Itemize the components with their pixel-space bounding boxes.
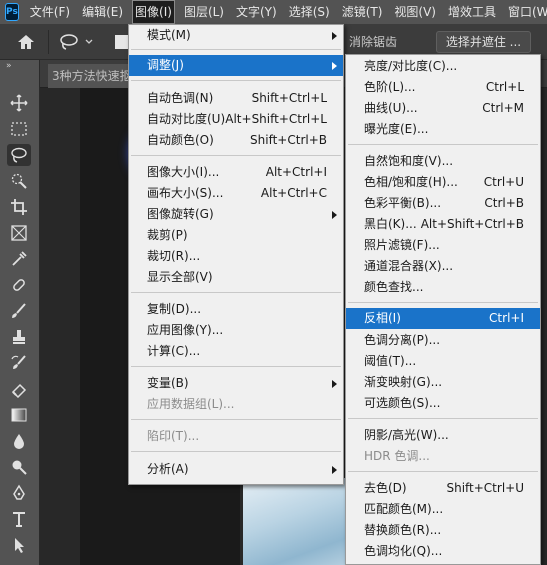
crop-tool-icon[interactable] xyxy=(7,196,31,218)
menu-item-selective-color[interactable]: 可选颜色(S)... xyxy=(346,393,540,414)
gradient-tool-icon[interactable] xyxy=(7,404,31,426)
dodge-tool-icon[interactable] xyxy=(7,456,31,478)
menu-filter[interactable]: 滤镜(T) xyxy=(339,0,386,24)
menu-item-duplicate[interactable]: 复制(D)... xyxy=(129,299,343,320)
menu-separator xyxy=(348,471,538,472)
select-and-mask-button[interactable]: 选择并遮住 ... xyxy=(436,31,531,53)
blur-tool-icon[interactable] xyxy=(7,430,31,452)
menu-item-shadows-highlights[interactable]: 阴影/高光(W)... xyxy=(346,425,540,446)
healing-brush-tool-icon[interactable] xyxy=(7,274,31,296)
menu-item-invert[interactable]: 反相(I) Ctrl+I xyxy=(346,308,540,329)
menu-select[interactable]: 选择(S) xyxy=(286,0,333,24)
menu-separator xyxy=(131,155,341,156)
submenu-arrow-icon xyxy=(332,466,337,474)
menu-item-analysis[interactable]: 分析(A) xyxy=(129,459,343,480)
menu-separator xyxy=(131,80,341,81)
menu-item-channel-mixer[interactable]: 通道混合器(X)... xyxy=(346,256,540,277)
frame-tool-icon[interactable] xyxy=(7,222,31,244)
menu-item-threshold[interactable]: 阈值(T)... xyxy=(346,351,540,372)
menu-item-desaturate[interactable]: 去色(D) Shift+Ctrl+U xyxy=(346,478,540,499)
menu-item-black-white[interactable]: 黑白(K)... Alt+Shift+Ctrl+B xyxy=(346,214,540,235)
menu-bar: Ps 文件(F) 编辑(E) 图像(I) 图层(L) 文字(Y) 选择(S) 滤… xyxy=(0,0,547,24)
type-tool-icon[interactable] xyxy=(7,508,31,530)
menu-separator xyxy=(348,144,538,145)
menu-view[interactable]: 视图(V) xyxy=(391,0,439,24)
menu-item-posterize[interactable]: 色调分离(P)... xyxy=(346,330,540,351)
menu-item-auto-tone[interactable]: 自动色调(N) Shift+Ctrl+L xyxy=(129,88,343,109)
clone-stamp-tool-icon[interactable] xyxy=(7,326,31,348)
menu-item-hue-saturation[interactable]: 色相/饱和度(H)... Ctrl+U xyxy=(346,172,540,193)
menu-item-equalize[interactable]: 色调均化(Q)... xyxy=(346,541,540,562)
submenu-arrow-icon xyxy=(332,380,337,388)
menu-item-photo-filter[interactable]: 照片滤镜(F)... xyxy=(346,235,540,256)
menu-item-crop[interactable]: 裁剪(P) xyxy=(129,225,343,246)
marquee-tool-icon[interactable] xyxy=(7,118,31,140)
submenu-arrow-icon xyxy=(332,32,337,40)
lasso-tool-icon[interactable] xyxy=(7,144,31,166)
menu-item-apply-image[interactable]: 应用图像(Y)... xyxy=(129,320,343,341)
menu-item-variables[interactable]: 变量(B) xyxy=(129,373,343,394)
menu-type[interactable]: 文字(Y) xyxy=(233,0,280,24)
menu-item-calculations[interactable]: 计算(C)... xyxy=(129,341,343,362)
move-tool-icon[interactable] xyxy=(7,92,31,114)
options-separator xyxy=(48,30,49,54)
pen-tool-icon[interactable] xyxy=(7,482,31,504)
lasso-preset-picker[interactable] xyxy=(58,33,98,51)
menu-item-gradient-map[interactable]: 渐变映射(G)... xyxy=(346,372,540,393)
eraser-tool-icon[interactable] xyxy=(7,378,31,400)
menu-item-image-rotation[interactable]: 图像旋转(G) xyxy=(129,204,343,225)
path-selection-tool-icon[interactable] xyxy=(7,534,31,556)
brush-tool-icon[interactable] xyxy=(7,300,31,322)
menu-item-vibrance[interactable]: 自然饱和度(V)... xyxy=(346,151,540,172)
menu-file[interactable]: 文件(F) xyxy=(27,0,73,24)
menu-item-color-lookup[interactable]: 颜色查找... xyxy=(346,277,540,298)
menu-edit[interactable]: 编辑(E) xyxy=(79,0,126,24)
menu-separator xyxy=(131,49,341,50)
menu-separator xyxy=(348,302,538,303)
submenu-arrow-icon xyxy=(332,211,337,219)
menu-item-color-balance[interactable]: 色彩平衡(B)... Ctrl+B xyxy=(346,193,540,214)
menu-item-reveal-all[interactable]: 显示全部(V) xyxy=(129,267,343,288)
collapse-toolbar-icon[interactable]: » xyxy=(6,61,12,71)
menu-item-match-color[interactable]: 匹配颜色(M)... xyxy=(346,499,540,520)
home-icon[interactable] xyxy=(16,33,36,51)
selection-mode-new-icon[interactable] xyxy=(115,35,129,49)
menu-item-auto-color[interactable]: 自动颜色(O) Shift+Ctrl+B xyxy=(129,130,343,151)
menu-item-replace-color[interactable]: 替换颜色(R)... xyxy=(346,520,540,541)
adjustments-submenu: 亮度/对比度(C)... 色阶(L)... Ctrl+L 曲线(U)... Ctrl… xyxy=(345,54,541,565)
menu-item-adjustments[interactable]: 调整(J) xyxy=(129,55,343,76)
menu-plugins[interactable]: 增效工具 xyxy=(445,0,499,24)
menu-layer[interactable]: 图层(L) xyxy=(181,0,227,24)
menu-item-auto-contrast[interactable]: 自动对比度(U) Alt+Shift+Ctrl+L xyxy=(129,109,343,130)
menu-separator xyxy=(348,418,538,419)
history-brush-tool-icon[interactable] xyxy=(7,352,31,374)
menu-item-levels[interactable]: 色阶(L)... Ctrl+L xyxy=(346,77,540,98)
menu-item-image-size[interactable]: 图像大小(I)... Alt+Ctrl+I xyxy=(129,162,343,183)
menu-item-brightness-contrast[interactable]: 亮度/对比度(C)... xyxy=(346,56,540,77)
menu-separator xyxy=(131,419,341,420)
menu-item-apply-data-set: 应用数据组(L)... xyxy=(147,397,235,411)
submenu-arrow-icon xyxy=(332,62,337,70)
menu-image[interactable]: 图像(I) xyxy=(132,0,175,24)
menu-separator xyxy=(131,451,341,452)
menu-item-canvas-size[interactable]: 画布大小(S)... Alt+Ctrl+C xyxy=(129,183,343,204)
menu-item-exposure[interactable]: 曝光度(E)... xyxy=(346,119,540,140)
image-menu-dropdown: 模式(M) 调整(J) 自动色调(N) Shift+Ctrl+L 自动对比度(U)… xyxy=(128,24,344,485)
menu-item-trap: 陷印(T)... xyxy=(147,429,200,443)
menu-window[interactable]: 窗口(W) xyxy=(505,0,547,24)
antialias-label[interactable]: 消除锯齿 xyxy=(349,35,397,49)
photoshop-logo-icon: Ps xyxy=(5,3,19,21)
menu-item-mode[interactable]: 模式(M) xyxy=(129,25,343,46)
tools-panel: » xyxy=(0,60,40,565)
eyedropper-tool-icon[interactable] xyxy=(7,248,31,270)
menu-item-trim[interactable]: 裁切(R)... xyxy=(129,246,343,267)
menu-separator xyxy=(131,292,341,293)
menu-separator xyxy=(131,366,341,367)
quick-selection-tool-icon[interactable] xyxy=(7,170,31,192)
menu-item-hdr-toning: HDR 色调... xyxy=(364,449,430,463)
menu-item-curves[interactable]: 曲线(U)... Ctrl+M xyxy=(346,98,540,119)
